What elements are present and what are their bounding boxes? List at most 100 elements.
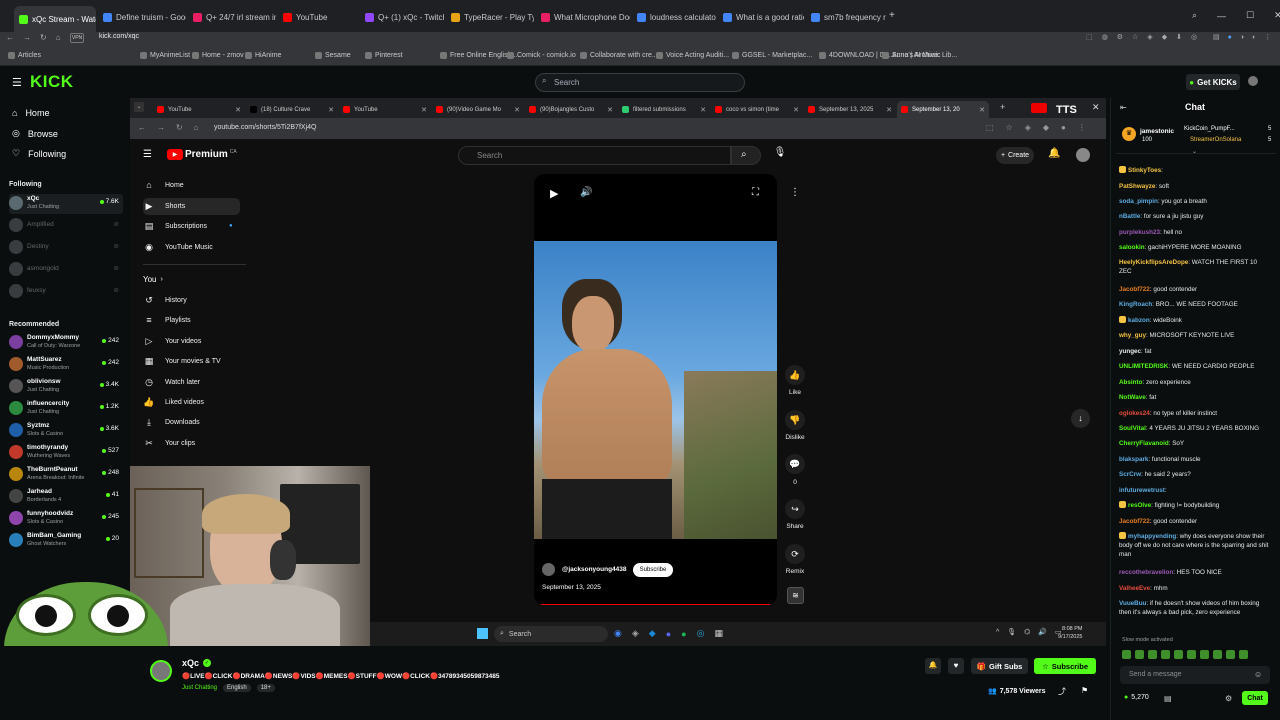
yt-nav-your-movies-tv[interactable]: ▦ Your movies & TV [143,356,221,367]
windows-start-icon[interactable] [477,628,488,639]
kicks-balance[interactable]: ● 5,270 [1124,694,1149,701]
bookmark-item[interactable]: Home - zmov [192,52,244,59]
collapse-chat-icon[interactable]: ⇤ [1120,103,1127,112]
chat-username[interactable]: infuturewetrust [1119,487,1165,494]
home-icon[interactable]: ⌂ [56,33,61,42]
inner-close-icon[interactable]: ✕ [1092,102,1100,113]
chrome-icon[interactable]: ◉ [614,628,622,639]
sidebar-icon[interactable]: ▤ [1213,33,1220,41]
hamburger-menu-icon[interactable]: ☰ [12,76,22,89]
stream-category[interactable]: Just Chatting [182,685,217,691]
app-icon[interactable]: ◈ [632,628,639,639]
emote-icon[interactable] [1200,650,1209,659]
menu-dots-icon[interactable]: ⋮ [1078,123,1086,132]
next-video-arrow-icon[interactable]: ↓ [1071,409,1090,428]
yt-nav-subscriptions[interactable]: ▤ Subscriptions [143,221,207,232]
inner-browser-tab[interactable]: YouTube ✕ [153,101,245,118]
video-progress-bar[interactable] [538,604,773,605]
maximize-icon[interactable]: ☐ [1246,10,1254,21]
close-tab-icon[interactable]: ✕ [328,106,334,114]
recommended-channel[interactable]: influencercity Just Chatting 1.2K [9,399,123,419]
recommended-channel[interactable]: BimBam_Gaming Ghost Watchers 20 [9,531,123,551]
extension-icon[interactable]: ◈ [1147,33,1152,41]
emote-icon[interactable] [1174,650,1183,659]
following-channel[interactable]: xQc Just Chatting 7.6K [9,194,123,214]
emote-icon[interactable] [1161,650,1170,659]
chat-settings-gear-icon[interactable]: ⚙ [1225,694,1232,703]
close-icon[interactable]: ✕ [1274,10,1280,21]
inner-browser-tab[interactable]: filtered submissions ✕ [618,101,710,118]
profile-icon[interactable]: ● [1228,34,1232,41]
recommended-channel[interactable]: Syztmz Slots & Casino 3.6K [9,421,123,441]
chat-send-button[interactable]: Chat [1242,691,1268,705]
kick-logo[interactable]: KICK [30,72,74,92]
more-options-icon[interactable]: ⋮ [790,187,800,198]
app-icon[interactable]: ◎ [697,628,705,639]
discord-icon[interactable]: ● [666,629,671,639]
chat-message-input[interactable]: Send a message [1120,666,1270,684]
forward-icon[interactable]: → [157,123,165,132]
following-channel[interactable]: feuxsy ⊘ [9,282,123,302]
chat-username[interactable]: yungec [1119,348,1141,355]
play-icon[interactable]: ▶ [550,187,558,200]
bookmark-star-icon[interactable]: ☆ [1132,33,1138,41]
screenshot-icon[interactable]: ⬚ [986,123,994,132]
extension-icon[interactable]: ◎ [1191,33,1197,41]
close-tab-icon[interactable]: ✕ [607,106,613,114]
notifications-bell-icon[interactable]: 🔔 [1048,148,1060,159]
remix-button[interactable]: ⟳ [785,544,805,564]
chat-username[interactable]: purplekush23 [1119,229,1160,236]
pinned-user-2[interactable]: KickCoin_PumpF... [1184,126,1235,132]
url-text[interactable]: kick.com/xqc [99,33,139,40]
follow-heart-icon[interactable]: ♥ [948,658,964,674]
close-tab-icon[interactable]: ✕ [235,106,241,114]
subscribe-button[interactable]: ☆ Subscribe [1034,658,1096,674]
recommended-channel[interactable]: funnyhoodvidz Slots & Casino 245 [9,509,123,529]
recommended-channel[interactable]: MattSuarez Music Production 242 [9,355,123,375]
downloads-icon[interactable]: ⬇ [1176,33,1182,41]
recommended-channel[interactable]: Jarhead Borderlands 4 41 [9,487,123,507]
volume-icon[interactable]: 🔊 [580,187,592,198]
chat-username[interactable]: resOlve [1128,502,1151,509]
emoji-picker-icon[interactable]: ☺ [1254,670,1262,679]
emote-icon[interactable] [1239,650,1248,659]
kick-search-input[interactable]: Search [535,73,745,92]
bookmark-item[interactable]: GGSEL - Marketplac... [732,52,812,59]
recommended-channel[interactable]: timothyrandy Wuthering Waves 527 [9,443,123,463]
taskbar-search[interactable]: ⌕ Search [494,626,608,642]
kick-nav-home[interactable]: ⌂ Home [12,108,49,118]
browser-tab[interactable]: sm7b frequency response [806,6,886,28]
chat-username[interactable]: soda_pimpin [1119,198,1158,205]
bookmark-item[interactable]: Pinterest [365,52,403,59]
bookmark-item[interactable]: MyAnimeList [140,52,190,59]
extension-icon[interactable]: ◐ [1252,34,1256,41]
mic-icon[interactable]: 🎙 [1007,628,1016,636]
browser-tab[interactable]: Q+ (1) xQc - Twitch [360,6,444,28]
close-tab-icon[interactable]: ✕ [793,106,799,114]
emote-icon[interactable] [1187,650,1196,659]
taskbar-clock[interactable]: 8:08 PM 9/17/2025 [1058,625,1082,641]
reload-icon[interactable]: ↻ [176,123,183,132]
chat-username[interactable]: salookin [1119,244,1145,251]
microphone-icon[interactable]: 🎙 [770,147,790,165]
streamer-avatar[interactable] [150,660,172,682]
new-tab-icon[interactable]: + [889,10,895,21]
inner-browser-tab[interactable]: coco vs simon (time ✕ [711,101,803,118]
bookmark-item[interactable]: Collaborate with cre... [580,52,658,59]
back-icon[interactable]: ← [6,33,14,42]
profile-icon[interactable]: ● [1061,123,1066,132]
browser-tab[interactable]: xQc Stream - Watch Live [14,6,96,32]
chat-username[interactable]: Absinto [1119,379,1142,386]
inner-browser-tab[interactable]: (18) Culture Crave ✕ [246,101,338,118]
recommended-channel[interactable]: oblivionsw Just Chatting 3.4K [9,377,123,397]
share-icon[interactable]: ⤴ [1058,686,1066,697]
pinned-user[interactable]: jamestonic [1140,128,1174,135]
extension-icon[interactable]: ◆ [1162,33,1167,41]
yt-nav-your-videos[interactable]: ▷ Your videos [143,336,202,347]
user-avatar[interactable] [1248,76,1258,86]
emote-icon[interactable] [1226,650,1235,659]
chat-username[interactable]: CherryFlavanoid [1119,440,1169,447]
report-flag-icon[interactable]: ⚑ [1081,686,1088,695]
inner-url[interactable]: youtube.com/shorts/5Ti2B7fXj4Q [214,124,316,131]
comments-button[interactable]: 💬 [785,454,805,474]
